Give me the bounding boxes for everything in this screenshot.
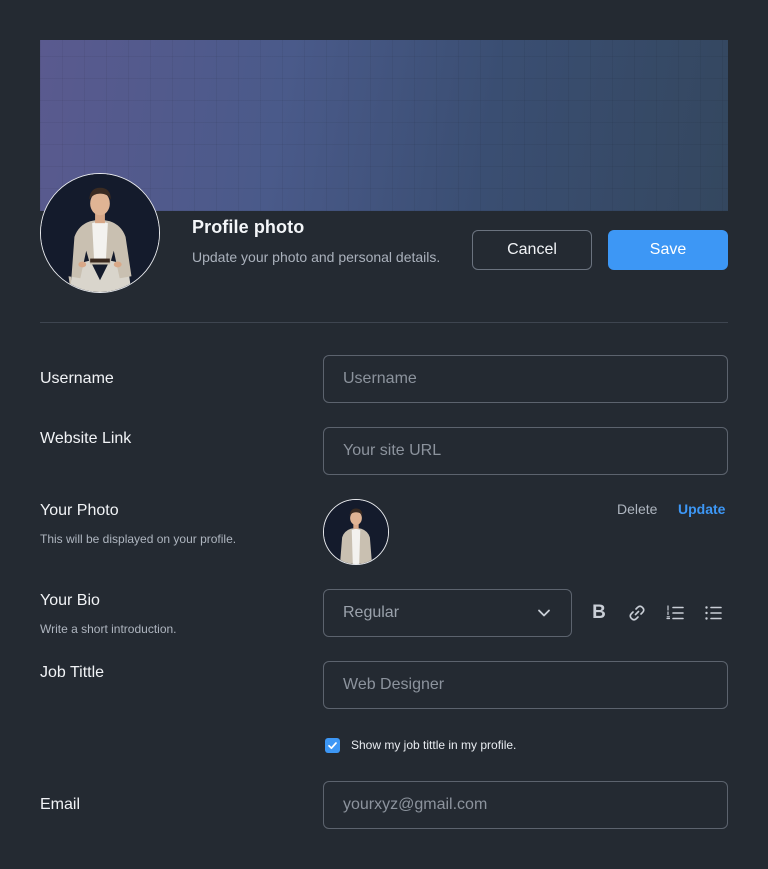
job-title-label: Job Tittle [40, 664, 105, 681]
photo-hint: This will be displayed on your profile. [40, 532, 237, 546]
website-input[interactable] [323, 427, 728, 475]
save-button[interactable]: Save [608, 230, 728, 270]
update-photo-link[interactable]: Update [678, 501, 725, 517]
job-title-input[interactable] [323, 661, 728, 709]
person-portrait-icon [41, 174, 159, 292]
cancel-button[interactable]: Cancel [472, 230, 592, 270]
photo-label: Your Photo [40, 502, 119, 519]
person-portrait-icon [324, 500, 388, 564]
text-format-value: Regular [343, 604, 400, 621]
profile-avatar[interactable] [40, 173, 160, 293]
ordered-list-icon[interactable] [663, 601, 687, 625]
chevron-down-icon [538, 609, 550, 617]
username-input[interactable] [323, 355, 728, 403]
username-label: Username [40, 370, 114, 387]
profile-settings-page: Profile photo Update your photo and pers… [0, 0, 768, 869]
photo-preview [323, 499, 389, 565]
delete-photo-link[interactable]: Delete [617, 501, 657, 517]
website-label: Website Link [40, 430, 132, 447]
link-icon[interactable] [625, 601, 649, 625]
section-divider [40, 322, 728, 323]
page-title: Profile photo [192, 217, 305, 237]
bullet-list-icon[interactable] [701, 601, 725, 625]
show-job-title-checkbox[interactable] [325, 738, 340, 753]
checkmark-icon [328, 742, 337, 750]
email-label: Email [40, 796, 81, 813]
email-input[interactable] [323, 781, 728, 829]
bio-hint: Write a short introduction. [40, 622, 177, 636]
bold-icon[interactable]: B [587, 601, 611, 625]
bio-label: Your Bio [40, 592, 100, 609]
text-format-select[interactable]: Regular [323, 589, 572, 637]
show-job-title-label: Show my job tittle in my profile. [351, 738, 517, 752]
page-subtitle: Update your photo and personal details. [192, 249, 441, 265]
cover-banner [40, 40, 728, 211]
